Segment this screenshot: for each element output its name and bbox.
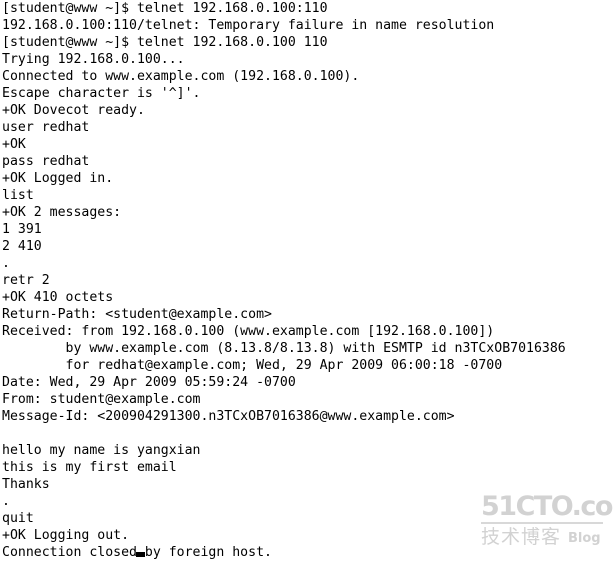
terminal-line: this is my first email xyxy=(2,460,177,475)
terminal-line: Return-Path: <student@example.com> xyxy=(2,307,272,322)
terminal-line: Trying 192.168.0.100... xyxy=(2,52,185,67)
terminal-line: From: student@example.com xyxy=(2,392,201,407)
terminal-line: Thanks xyxy=(2,477,50,492)
terminal-line: retr 2 xyxy=(2,273,50,288)
terminal-line: for redhat@example.com; Wed, 29 Apr 2009… xyxy=(2,358,503,373)
terminal-line: list xyxy=(2,188,34,203)
terminal-line: +OK 410 octets xyxy=(2,290,114,305)
terminal-line: . xyxy=(2,494,10,509)
terminal-line: pass redhat xyxy=(2,154,90,169)
terminal-line: Connected to www.example.com (192.168.0.… xyxy=(2,69,360,84)
terminal-line: [student@www ~]$ telnet 192.168.0.100:11… xyxy=(2,1,328,16)
terminal-output: [student@www ~]$ telnet 192.168.0.100:11… xyxy=(2,0,612,561)
terminal-line: Connection closed by foreign host. xyxy=(2,545,272,560)
terminal-line: +OK 2 messages: xyxy=(2,205,122,220)
terminal-window[interactable]: [student@www ~]$ telnet 192.168.0.100:11… xyxy=(0,0,614,560)
terminal-line: quit xyxy=(2,511,34,526)
terminal-line: user redhat xyxy=(2,120,90,135)
terminal-line: 1 391 xyxy=(2,222,42,237)
terminal-line: +OK Dovecot ready. xyxy=(2,103,145,118)
text-cursor xyxy=(136,552,145,557)
terminal-line: +OK xyxy=(2,137,26,152)
terminal-line: 2 410 xyxy=(2,239,42,254)
terminal-line: +OK Logged in. xyxy=(2,171,114,186)
terminal-line: 192.168.0.100:110/telnet: Temporary fail… xyxy=(2,18,495,33)
terminal-line: Message-Id: <200904291300.n3TCxOB7016386… xyxy=(2,409,455,424)
terminal-line: Escape character is '^]'. xyxy=(2,86,201,101)
terminal-line: Date: Wed, 29 Apr 2009 05:59:24 -0700 xyxy=(2,375,296,390)
terminal-line: . xyxy=(2,256,10,271)
terminal-line: +OK Logging out. xyxy=(2,528,130,543)
terminal-line: Received: from 192.168.0.100 (www.exampl… xyxy=(2,324,495,339)
terminal-line: by www.example.com (8.13.8/8.13.8) with … xyxy=(2,341,566,356)
terminal-line: [student@www ~]$ telnet 192.168.0.100 11… xyxy=(2,35,328,50)
terminal-line: hello my name is yangxian xyxy=(2,443,201,458)
